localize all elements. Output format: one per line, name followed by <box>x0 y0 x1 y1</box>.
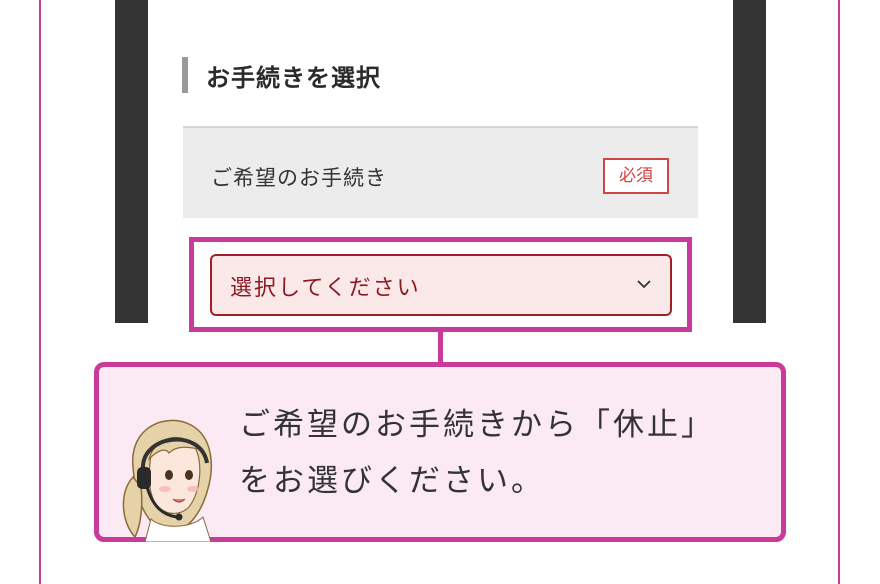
select-value: 選択してください <box>230 276 421 301</box>
frame-right-border <box>838 0 840 584</box>
section-title: お手続きを選択 <box>206 63 381 92</box>
operator-avatar-icon <box>122 419 212 542</box>
instruction-callout: ご希望のお手続きから「休止」 をお選びください。 <box>94 362 786 542</box>
procedure-select[interactable]: 選択してください <box>210 254 672 316</box>
frame-left-border <box>39 0 41 584</box>
callout-connector <box>438 332 443 364</box>
callout-text: ご希望のお手続きから「休止」 をお選びください。 <box>239 407 715 499</box>
section-header-bar <box>182 57 188 93</box>
section-header: お手続きを選択 <box>182 57 381 93</box>
chevron-down-icon <box>637 280 651 289</box>
field-label: ご希望のお手続き <box>211 166 387 190</box>
required-badge: 必須 <box>603 158 669 194</box>
procedure-field-row: ご希望のお手続き 必須 <box>183 126 698 218</box>
